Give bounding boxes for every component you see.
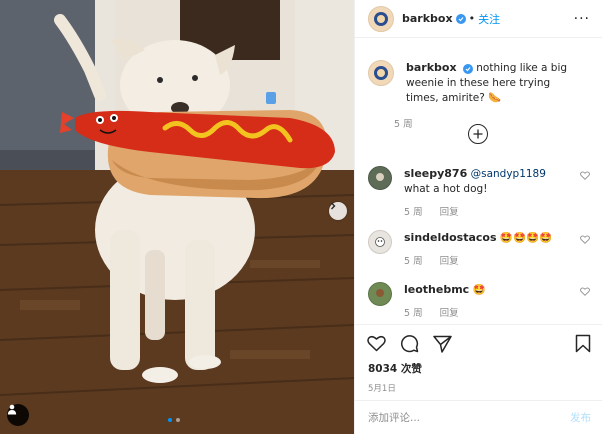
reply-button[interactable]: 回复 (440, 308, 459, 319)
like-comment-heart-icon[interactable] (580, 171, 590, 180)
load-more-comments-button[interactable] (468, 124, 488, 144)
author-username[interactable]: barkbox (402, 12, 453, 25)
commenter-username[interactable]: leothebmc (404, 283, 469, 296)
comment-body: leothebmc 🤩 5 周 回复 (404, 282, 572, 321)
commenter-photo-icon (376, 289, 384, 297)
comment-meta: 5 周 回复 (404, 254, 572, 269)
more-options-icon[interactable]: ··· (574, 11, 590, 27)
comment-text: what a hot dog! (404, 183, 488, 195)
comment-input[interactable] (368, 411, 570, 424)
post-date[interactable]: 5月1日 (355, 376, 602, 394)
comment-age: 5 周 (404, 207, 423, 218)
verified-badge-icon (455, 13, 466, 24)
like-comment-heart-icon[interactable] (580, 287, 590, 296)
barkbox-logo-icon (374, 11, 388, 26)
comment-item: sindeldostacos 🤩🤩🤩🤩 5 周 回复 (368, 230, 592, 269)
comment-mention[interactable]: @sandyp1189 (471, 168, 546, 180)
carousel-indicator (168, 418, 180, 422)
caption-age: 5 周 (394, 119, 413, 130)
commenter-username[interactable]: sindeldostacos (404, 231, 497, 244)
post-caption: barkbox nothing like a big weenie in the… (355, 38, 602, 106)
post-details-panel: barkbox • 关注 ··· barkbox nothing like a … (354, 0, 602, 434)
commenter-username[interactable]: sleepy876 (404, 167, 467, 180)
follow-button[interactable]: 关注 (478, 11, 500, 27)
add-comment-bar: 发布 (355, 400, 602, 434)
share-icon[interactable] (433, 335, 452, 353)
reply-button[interactable]: 回复 (440, 207, 459, 218)
carousel-dot-active (168, 418, 172, 422)
carousel-dot (176, 418, 180, 422)
heart-icon[interactable] (367, 335, 386, 352)
comment-age: 5 周 (404, 308, 423, 319)
post-header: barkbox • 关注 ··· (355, 0, 602, 38)
follow-separator: • (468, 12, 476, 25)
commenter-avatar[interactable] (368, 230, 392, 254)
post-photo[interactable] (0, 0, 354, 434)
action-bar (355, 325, 602, 353)
like-comment-heart-icon[interactable] (580, 235, 590, 244)
carousel-next-icon (331, 202, 336, 210)
comment-meta: 5 周 回复 (404, 306, 572, 321)
likes-count[interactable]: 8034 次赞 (355, 353, 602, 376)
comment-body: sleepy876 @sandyp1189 what a hot dog! 5 … (404, 166, 572, 220)
caption-text-block: barkbox nothing like a big weenie in the… (406, 60, 576, 106)
load-more-comments-icon (473, 129, 483, 139)
post-comment-button[interactable]: 发布 (570, 410, 591, 425)
comment-item: leothebmc 🤩 5 周 回复 (368, 282, 592, 321)
comment-text: 🤩 (472, 284, 486, 296)
comment-icon[interactable] (400, 334, 419, 353)
dog-with-hotdog-toy-image (0, 0, 354, 434)
comment-age: 5 周 (404, 256, 423, 267)
tagged-users-button[interactable] (7, 404, 29, 426)
barkbox-logo-icon (374, 66, 388, 80)
comment-text: 🤩🤩🤩🤩 (499, 232, 553, 244)
commenter-avatar[interactable] (368, 282, 392, 306)
author-avatar[interactable] (368, 5, 394, 32)
commenter-avatar[interactable] (368, 166, 392, 190)
caption-username[interactable]: barkbox (406, 61, 457, 74)
comment-body: sindeldostacos 🤩🤩🤩🤩 5 周 回复 (404, 230, 572, 269)
caption-avatar[interactable] (368, 60, 394, 86)
reply-button[interactable]: 回复 (440, 256, 459, 267)
commenter-photo-icon (375, 237, 385, 247)
carousel-next-button[interactable] (329, 202, 347, 220)
comment-item: sleepy876 @sandyp1189 what a hot dog! 5 … (368, 166, 592, 220)
commenter-photo-icon (376, 173, 384, 181)
comments-list: barkbox nothing like a big weenie in the… (355, 38, 602, 323)
comment-meta: 5 周 回复 (404, 205, 572, 220)
tagged-user-icon (7, 404, 17, 415)
bookmark-icon[interactable] (575, 334, 591, 353)
post-actions: 8034 次赞 5月1日 发布 (355, 324, 602, 434)
verified-badge-icon (462, 64, 473, 74)
